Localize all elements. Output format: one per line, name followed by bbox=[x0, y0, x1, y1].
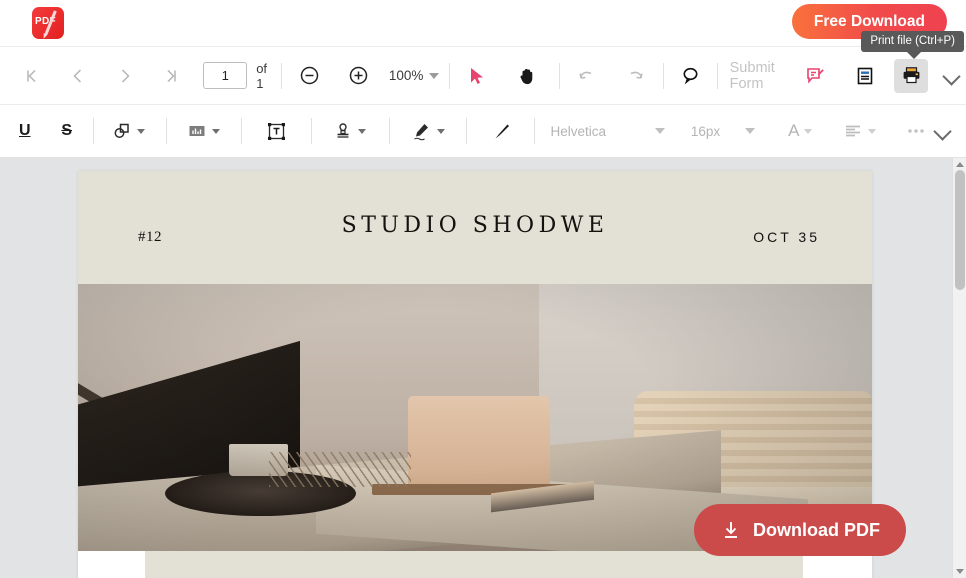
brush-icon bbox=[491, 121, 512, 142]
page-count-label: of 1 bbox=[256, 60, 268, 91]
align-button[interactable] bbox=[842, 114, 876, 148]
chevron-down-icon bbox=[429, 72, 440, 79]
scroll-down-icon[interactable] bbox=[956, 569, 964, 574]
toolbar-divider bbox=[533, 118, 535, 144]
submit-form-button[interactable]: Submit Form bbox=[718, 60, 799, 92]
edit-comment-icon bbox=[805, 65, 826, 86]
scroll-up-icon[interactable] bbox=[956, 162, 964, 167]
chevron-down-icon[interactable] bbox=[654, 128, 665, 134]
last-page-button[interactable] bbox=[154, 59, 188, 93]
form-fields-button[interactable] bbox=[848, 59, 882, 93]
undo-button[interactable] bbox=[570, 59, 604, 93]
pdf-editor-app: PDF Free Download Print file (Ctrl+P) 1 … bbox=[0, 0, 966, 578]
align-left-icon bbox=[843, 121, 863, 141]
more-options-button[interactable] bbox=[899, 114, 933, 148]
text-box-icon bbox=[266, 121, 287, 142]
cursor-arrow-icon bbox=[467, 66, 487, 86]
comment-bubble-icon bbox=[680, 65, 701, 86]
underline-button[interactable]: U bbox=[8, 114, 42, 148]
download-pdf-button[interactable]: Download PDF bbox=[694, 504, 906, 556]
toolbar-divider bbox=[558, 62, 560, 89]
zoom-out-icon bbox=[299, 65, 320, 86]
chevron-down-icon bbox=[437, 128, 446, 134]
chevron-down-icon bbox=[804, 128, 813, 134]
toolbar-divider bbox=[389, 118, 391, 144]
stamp-icon bbox=[333, 121, 353, 141]
next-page-icon bbox=[116, 67, 134, 85]
previous-page-icon bbox=[69, 67, 87, 85]
chevron-down-icon[interactable] bbox=[744, 128, 755, 134]
app-logo[interactable]: PDF bbox=[32, 7, 64, 39]
last-page-icon bbox=[162, 67, 180, 85]
toolbar-divider bbox=[448, 62, 450, 89]
toolbar-divider bbox=[93, 118, 95, 144]
font-family-label: Helvetica bbox=[550, 123, 607, 139]
shapes-button[interactable] bbox=[111, 114, 145, 148]
font-size-dropdown[interactable]: 16px bbox=[688, 114, 724, 148]
issue-date: OCT 35 bbox=[753, 229, 820, 245]
select-tool-button[interactable] bbox=[460, 59, 494, 93]
font-family-dropdown[interactable]: Helvetica bbox=[548, 114, 609, 148]
font-size-label: 16px bbox=[690, 123, 721, 139]
document-masthead: #12 STUDIO SHODWE OCT 35 bbox=[78, 171, 872, 284]
strikethrough-button[interactable]: S bbox=[50, 114, 84, 148]
download-arrow-icon bbox=[720, 519, 742, 541]
chevron-down-icon bbox=[358, 128, 367, 134]
primary-toolbar: of 1 100% bbox=[0, 46, 966, 104]
text-color-button[interactable]: A bbox=[783, 114, 817, 148]
first-page-button[interactable] bbox=[15, 59, 49, 93]
page-number-input[interactable] bbox=[203, 62, 248, 89]
textbox-button[interactable] bbox=[259, 114, 293, 148]
app-header: PDF Free Download bbox=[0, 0, 966, 46]
hand-icon bbox=[518, 66, 538, 86]
document-accent-band bbox=[145, 551, 803, 578]
zoom-out-button[interactable] bbox=[292, 59, 326, 93]
pan-tool-button[interactable] bbox=[511, 59, 545, 93]
zoom-in-button[interactable] bbox=[342, 59, 376, 93]
signature-button[interactable] bbox=[411, 114, 446, 148]
text-color-label: A bbox=[788, 121, 800, 140]
next-page-button[interactable] bbox=[108, 59, 142, 93]
chevron-down-icon bbox=[867, 128, 876, 134]
toolbar-divider bbox=[466, 118, 468, 144]
toolbar-divider bbox=[310, 118, 312, 144]
first-page-icon bbox=[23, 67, 41, 85]
annotate-button[interactable] bbox=[799, 59, 833, 93]
toolbar-divider bbox=[166, 118, 168, 144]
download-pdf-label: Download PDF bbox=[753, 519, 880, 540]
image-button[interactable] bbox=[186, 114, 220, 148]
print-tooltip: Print file (Ctrl+P) bbox=[861, 31, 964, 59]
toolbar-divider bbox=[662, 62, 664, 89]
toolbar-expand-button[interactable] bbox=[942, 66, 956, 86]
stamp-button[interactable] bbox=[333, 114, 367, 148]
more-options-icon bbox=[905, 121, 927, 141]
print-button[interactable] bbox=[894, 58, 929, 93]
toolbar-collapse-button[interactable] bbox=[933, 121, 952, 141]
signature-pen-icon bbox=[411, 121, 432, 142]
redo-button[interactable] bbox=[618, 59, 652, 93]
zoom-in-icon bbox=[348, 65, 369, 86]
printer-icon bbox=[901, 65, 922, 86]
previous-page-button[interactable] bbox=[61, 59, 95, 93]
toolbar-divider bbox=[241, 118, 243, 144]
vertical-scrollbar[interactable] bbox=[952, 158, 966, 578]
chevron-down-icon bbox=[211, 128, 220, 134]
comment-button[interactable] bbox=[673, 59, 707, 93]
zoom-level-dropdown[interactable]: 100% bbox=[388, 59, 440, 93]
zoom-level-label: 100% bbox=[388, 68, 424, 83]
chevron-down-icon bbox=[136, 128, 145, 134]
shapes-icon bbox=[112, 121, 132, 141]
image-icon bbox=[187, 121, 207, 141]
toolbar-divider bbox=[280, 62, 282, 89]
brush-button[interactable] bbox=[484, 114, 518, 148]
form-document-icon bbox=[855, 66, 875, 86]
secondary-toolbar: U S Helvetica 16px A bbox=[0, 104, 966, 158]
undo-icon bbox=[577, 66, 597, 86]
redo-icon bbox=[625, 66, 645, 86]
scrollbar-thumb[interactable] bbox=[955, 170, 965, 290]
